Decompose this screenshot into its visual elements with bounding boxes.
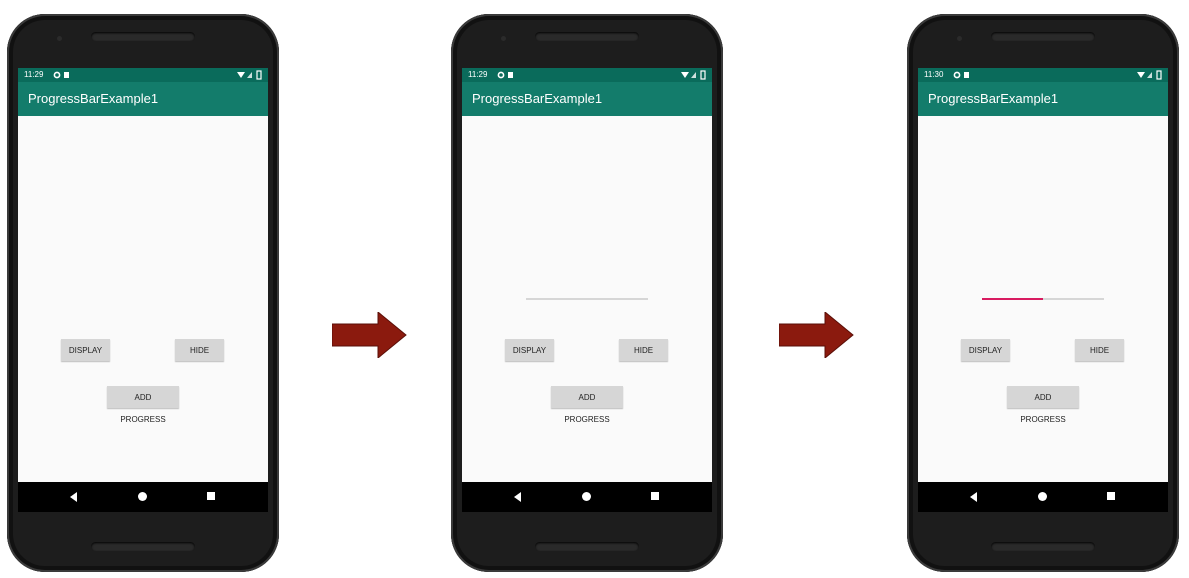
back-icon[interactable] [514, 492, 521, 502]
right-arrow-icon [332, 312, 407, 358]
earpiece-speaker [991, 32, 1095, 41]
screen-3: 11:30 ProgressBarExample1 DISPLAY HIDE A… [918, 68, 1168, 512]
recents-icon[interactable] [651, 492, 659, 500]
earpiece-speaker [91, 32, 195, 41]
home-icon[interactable] [138, 492, 147, 501]
navigation-bar [918, 482, 1168, 512]
status-bar: 11:30 [918, 68, 1168, 82]
home-icon[interactable] [1038, 492, 1047, 501]
bottom-speaker [535, 542, 639, 551]
camera-icon [501, 36, 506, 41]
camera-icon [957, 36, 962, 41]
screen-1: 11:29 ProgressBarExample1 DISPLAY HIDE A… [18, 68, 268, 512]
display-button[interactable]: DISPLAY [961, 339, 1010, 361]
phone-frame-3: 11:30 ProgressBarExample1 DISPLAY HIDE A… [907, 14, 1179, 572]
wifi-icon [237, 72, 245, 78]
bottom-speaker [91, 542, 195, 551]
status-bar: 11:29 [18, 68, 268, 82]
add-progress-button[interactable]: ADD PROGRESS [107, 386, 179, 424]
add-progress-button[interactable]: ADD PROGRESS [551, 386, 623, 424]
app-title: ProgressBarExample1 [18, 82, 268, 116]
progress-bar-fill [982, 298, 1043, 300]
sd-card-icon [964, 72, 969, 78]
hide-button[interactable]: HIDE [619, 339, 668, 361]
signal-icon [247, 72, 252, 78]
settings-icon [53, 71, 61, 79]
navigation-bar [18, 482, 268, 512]
add-progress-button[interactable]: ADD PROGRESS [1007, 386, 1079, 424]
bottom-speaker [991, 542, 1095, 551]
progress-bar [982, 298, 1104, 300]
sd-card-icon [64, 72, 69, 78]
content-area: DISPLAY HIDE ADD PROGRESS [462, 116, 712, 482]
hide-button[interactable]: HIDE [175, 339, 224, 361]
settings-icon [497, 71, 505, 79]
progress-bar [526, 298, 648, 300]
status-bar: 11:29 [462, 68, 712, 82]
hide-button[interactable]: HIDE [1075, 339, 1124, 361]
battery-icon [1156, 70, 1162, 80]
phone-frame-1: 11:29 ProgressBarExample1 DISPLAY HIDE A… [7, 14, 279, 572]
signal-icon [1147, 72, 1152, 78]
screen-2: 11:29 ProgressBarExample1 DISPLAY HIDE A… [462, 68, 712, 512]
phone-frame-2: 11:29 ProgressBarExample1 DISPLAY HIDE A… [451, 14, 723, 572]
right-arrow-icon [779, 312, 854, 358]
camera-icon [57, 36, 62, 41]
content-area: DISPLAY HIDE ADD PROGRESS [18, 116, 268, 482]
back-icon[interactable] [970, 492, 977, 502]
settings-icon [953, 71, 961, 79]
wifi-icon [681, 72, 689, 78]
earpiece-speaker [535, 32, 639, 41]
battery-icon [700, 70, 706, 80]
wifi-icon [1137, 72, 1145, 78]
status-time: 11:29 [468, 70, 488, 79]
status-time: 11:30 [924, 70, 944, 79]
back-icon[interactable] [70, 492, 77, 502]
sd-card-icon [508, 72, 513, 78]
display-button[interactable]: DISPLAY [61, 339, 110, 361]
home-icon[interactable] [582, 492, 591, 501]
display-button[interactable]: DISPLAY [505, 339, 554, 361]
recents-icon[interactable] [1107, 492, 1115, 500]
status-time: 11:29 [24, 70, 44, 79]
recents-icon[interactable] [207, 492, 215, 500]
app-title: ProgressBarExample1 [462, 82, 712, 116]
navigation-bar [462, 482, 712, 512]
battery-icon [256, 70, 262, 80]
signal-icon [691, 72, 696, 78]
app-title: ProgressBarExample1 [918, 82, 1168, 116]
content-area: DISPLAY HIDE ADD PROGRESS [918, 116, 1168, 482]
